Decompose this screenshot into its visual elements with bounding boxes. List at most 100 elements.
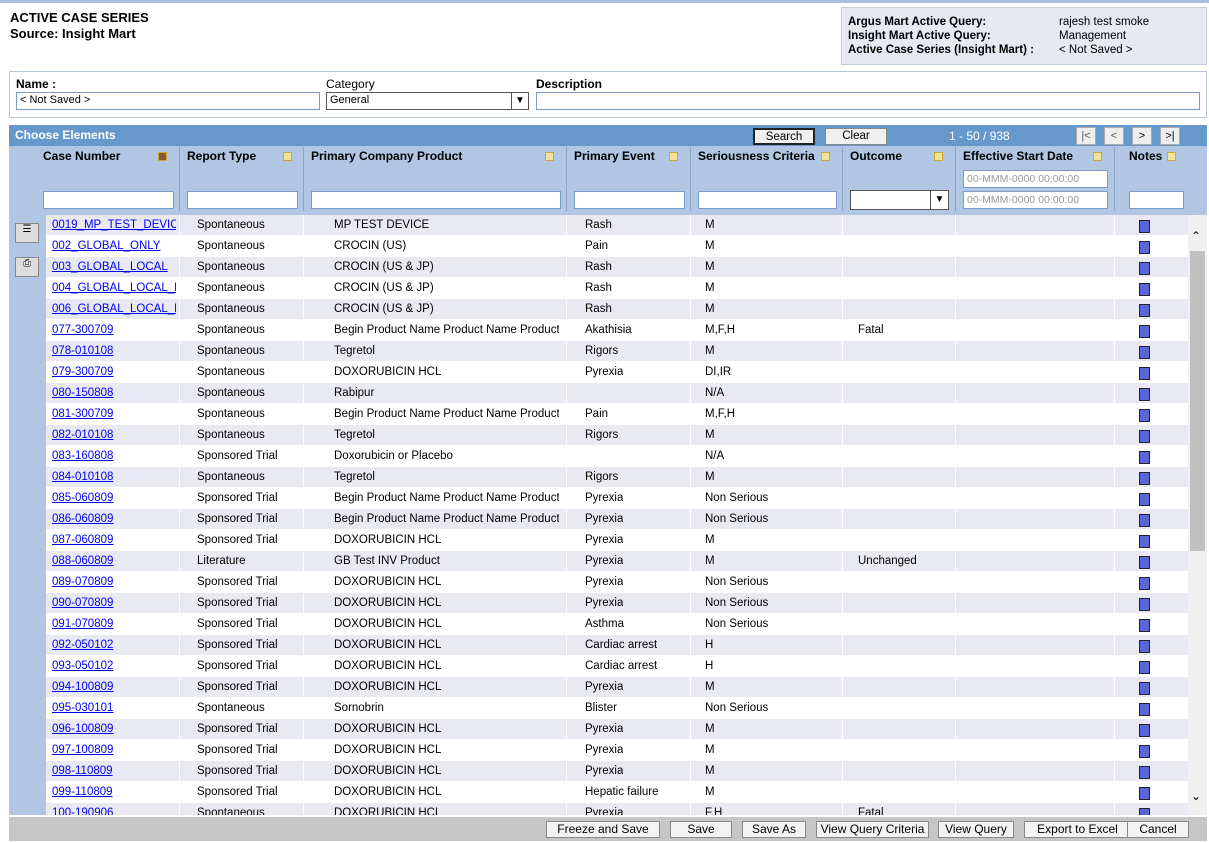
case-number-link[interactable]: 081-300709 xyxy=(52,404,176,425)
notes-icon[interactable] xyxy=(1139,682,1150,695)
filter-start-date-to[interactable]: 00-MMM-0000 00:00:00 xyxy=(963,191,1108,209)
category-select[interactable]: General ▼ xyxy=(326,92,529,110)
notes-icon[interactable] xyxy=(1139,787,1150,800)
case-number-link[interactable]: 006_GLOBAL_LOCAL_L xyxy=(52,299,176,320)
case-number-link[interactable]: 079-300709 xyxy=(52,362,176,383)
notes-icon[interactable] xyxy=(1139,766,1150,779)
notes-icon[interactable] xyxy=(1139,346,1150,359)
cancel-button[interactable]: Cancel xyxy=(1127,821,1189,838)
notes-icon[interactable] xyxy=(1139,388,1150,401)
table-row[interactable]: 085-060809 Sponsored Trial Begin Product N… xyxy=(46,488,1188,509)
case-number-link[interactable]: 099-110809 xyxy=(52,782,176,803)
col-outcome[interactable]: Outcome xyxy=(850,149,902,163)
col-primary-event[interactable]: Primary Event xyxy=(574,149,655,163)
case-number-link[interactable]: 100-190906 xyxy=(52,803,176,815)
case-number-link[interactable]: 084-010108 xyxy=(52,467,176,488)
col-case-number[interactable]: Case Number xyxy=(43,149,120,163)
notes-icon[interactable] xyxy=(1139,472,1150,485)
table-row[interactable]: 0019_MP_TEST_DEVICE Spontaneous MP TEST DE… xyxy=(46,215,1188,236)
table-row[interactable]: 003_GLOBAL_LOCAL Spontaneous CROCIN (US & … xyxy=(46,257,1188,278)
notes-icon[interactable] xyxy=(1139,745,1150,758)
notes-icon[interactable] xyxy=(1139,703,1150,716)
notes-icon[interactable] xyxy=(1139,724,1150,737)
sort-icon[interactable] xyxy=(158,152,167,161)
filter-case-number[interactable] xyxy=(43,191,174,209)
filter-seriousness[interactable] xyxy=(698,191,837,209)
sort-icon[interactable] xyxy=(545,152,554,161)
case-number-link[interactable]: 077-300709 xyxy=(52,320,176,341)
table-row[interactable]: 078-010108 Spontaneous Tegretol Rigors M xyxy=(46,341,1188,362)
vertical-scrollbar[interactable]: ⌃ ⌄ xyxy=(1188,215,1207,815)
sort-icon[interactable] xyxy=(1167,152,1176,161)
notes-icon[interactable] xyxy=(1139,808,1150,815)
filter-product[interactable] xyxy=(311,191,561,209)
table-row[interactable]: 086-060809 Sponsored Trial Begin Product N… xyxy=(46,509,1188,530)
first-page-button[interactable]: |< xyxy=(1076,127,1096,145)
case-number-link[interactable]: 097-100809 xyxy=(52,740,176,761)
case-number-link[interactable]: 091-070809 xyxy=(52,614,176,635)
table-row[interactable]: 006_GLOBAL_LOCAL_L Spontaneous CROCIN (US … xyxy=(46,299,1188,320)
sort-icon[interactable] xyxy=(669,152,678,161)
table-row[interactable]: 096-100809 Sponsored Trial DOXORUBICIN HCL… xyxy=(46,719,1188,740)
description-input[interactable] xyxy=(536,92,1200,110)
notes-icon[interactable] xyxy=(1139,451,1150,464)
table-row[interactable]: 093-050102 Sponsored Trial DOXORUBICIN HCL… xyxy=(46,656,1188,677)
case-number-link[interactable]: 093-050102 xyxy=(52,656,176,677)
table-row[interactable]: 097-100809 Sponsored Trial DOXORUBICIN HCL… xyxy=(46,740,1188,761)
table-row[interactable]: 083-160808 Sponsored Trial Doxorubicin or … xyxy=(46,446,1188,467)
export-to-excel-button[interactable]: Export to Excel xyxy=(1024,821,1131,838)
filter-notes[interactable] xyxy=(1129,191,1184,209)
case-number-link[interactable]: 096-100809 xyxy=(52,719,176,740)
table-row[interactable]: 080-150808 Spontaneous Rabipur N/A xyxy=(46,383,1188,404)
notes-icon[interactable] xyxy=(1139,619,1150,632)
search-button[interactable]: Search xyxy=(753,128,815,145)
prev-page-button[interactable]: < xyxy=(1104,127,1124,145)
table-row[interactable]: 094-100809 Sponsored Trial DOXORUBICIN HCL… xyxy=(46,677,1188,698)
scrollbar-thumb[interactable] xyxy=(1190,251,1205,551)
chevron-down-icon[interactable]: ▼ xyxy=(930,191,948,209)
col-report-type[interactable]: Report Type xyxy=(187,149,256,163)
table-row[interactable]: 091-070809 Sponsored Trial DOXORUBICIN HCL… xyxy=(46,614,1188,635)
notes-icon[interactable] xyxy=(1139,283,1150,296)
notes-icon[interactable] xyxy=(1139,304,1150,317)
table-row[interactable]: 089-070809 Sponsored Trial DOXORUBICIN HCL… xyxy=(46,572,1188,593)
notes-icon[interactable] xyxy=(1139,535,1150,548)
name-input[interactable]: < Not Saved > xyxy=(16,92,320,110)
save-button[interactable]: Save xyxy=(670,821,732,838)
notes-icon[interactable] xyxy=(1139,430,1150,443)
case-number-link[interactable]: 089-070809 xyxy=(52,572,176,593)
table-row[interactable]: 077-300709 Spontaneous Begin Product Name … xyxy=(46,320,1188,341)
notes-icon[interactable] xyxy=(1139,514,1150,527)
col-effective-start-date[interactable]: Effective Start Date xyxy=(963,149,1073,163)
chevron-down-icon[interactable]: ▼ xyxy=(511,93,528,109)
case-number-link[interactable]: 087-060809 xyxy=(52,530,176,551)
notes-icon[interactable] xyxy=(1139,241,1150,254)
case-number-link[interactable]: 090-070809 xyxy=(52,593,176,614)
table-row[interactable]: 004_GLOBAL_LOCAL_F Spontaneous CROCIN (US … xyxy=(46,278,1188,299)
select-columns-icon[interactable]: ☰ xyxy=(15,223,39,243)
filter-start-date-from[interactable]: 00-MMM-0000 00:00:00 xyxy=(963,170,1108,188)
clear-button[interactable]: Clear xyxy=(825,128,887,145)
case-number-link[interactable]: 002_GLOBAL_ONLY xyxy=(52,236,176,257)
notes-icon[interactable] xyxy=(1139,640,1150,653)
case-number-link[interactable]: 003_GLOBAL_LOCAL xyxy=(52,257,176,278)
view-query-button[interactable]: View Query xyxy=(938,821,1014,838)
col-seriousness[interactable]: Seriousness Criteria xyxy=(698,149,815,163)
table-row[interactable]: 090-070809 Sponsored Trial DOXORUBICIN HCL… xyxy=(46,593,1188,614)
col-primary-product[interactable]: Primary Company Product xyxy=(311,149,462,163)
filter-outcome-select[interactable]: ▼ xyxy=(850,190,949,210)
table-row[interactable]: 095-030101 Spontaneous Sornobrin Blister Non… xyxy=(46,698,1188,719)
case-number-link[interactable]: 092-050102 xyxy=(52,635,176,656)
notes-icon[interactable] xyxy=(1139,577,1150,590)
notes-icon[interactable] xyxy=(1139,262,1150,275)
case-number-link[interactable]: 085-060809 xyxy=(52,488,176,509)
sort-icon[interactable] xyxy=(821,152,830,161)
notes-icon[interactable] xyxy=(1139,367,1150,380)
sort-icon[interactable] xyxy=(934,152,943,161)
notes-icon[interactable] xyxy=(1139,220,1150,233)
last-page-button[interactable]: >| xyxy=(1160,127,1180,145)
case-number-link[interactable]: 0019_MP_TEST_DEVICE xyxy=(52,215,176,236)
table-row[interactable]: 098-110809 Sponsored Trial DOXORUBICIN HCL… xyxy=(46,761,1188,782)
table-row[interactable]: 092-050102 Sponsored Trial DOXORUBICIN HCL… xyxy=(46,635,1188,656)
table-row[interactable]: 002_GLOBAL_ONLY Spontaneous CROCIN (US) Pai… xyxy=(46,236,1188,257)
